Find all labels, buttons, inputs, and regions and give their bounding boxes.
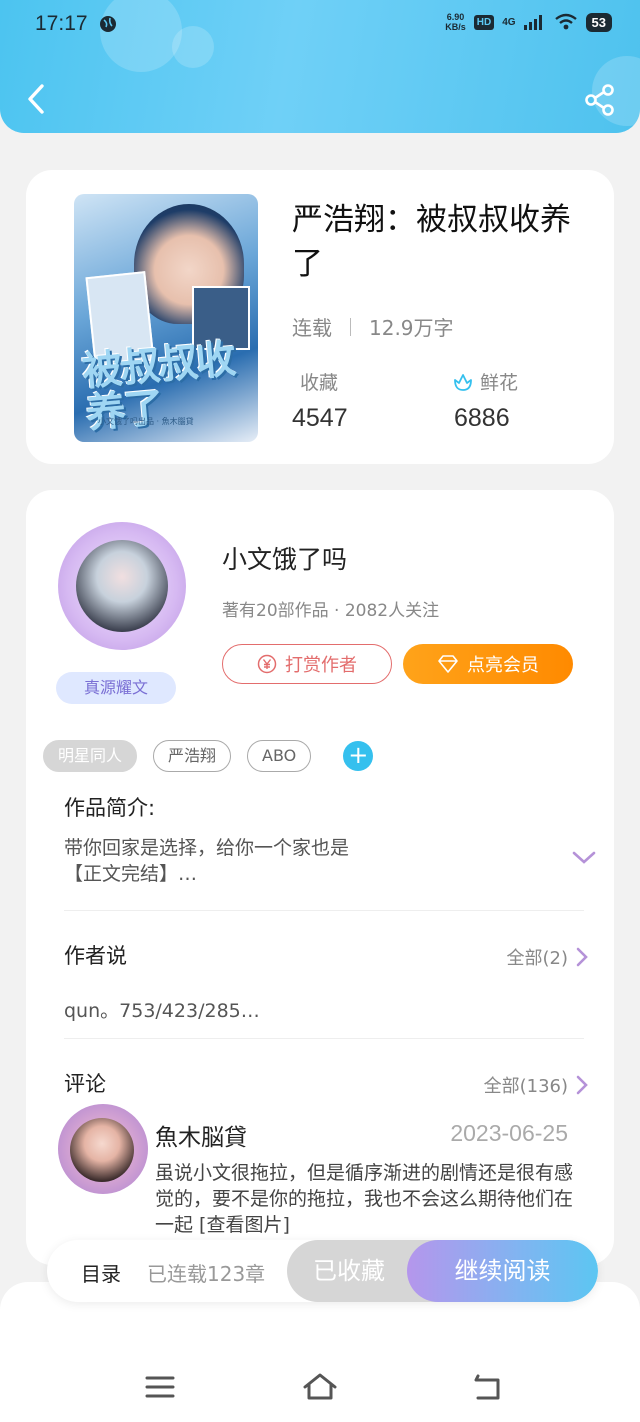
tag-item[interactable]: 严浩翔: [153, 740, 232, 772]
add-tag-button[interactable]: +: [343, 741, 374, 771]
book-meta: 连载 12.9万字: [292, 312, 454, 341]
avatar-image: [70, 1118, 134, 1182]
back-button[interactable]: [20, 80, 52, 118]
author-says-all-link[interactable]: 全部(2): [507, 944, 589, 970]
author-meta: 著有20部作品 · 2082人关注: [222, 601, 440, 621]
battery-indicator: 53: [585, 12, 612, 32]
chapter-count: 已连载123章: [147, 1262, 266, 1286]
chevron-right-icon: [576, 1075, 588, 1095]
author-says-title: 作者说: [64, 944, 127, 968]
word-count: 12.9万字: [369, 316, 454, 340]
avatar-badge: 真源耀文: [56, 672, 176, 704]
comment-date: 2023-06-25: [450, 1120, 568, 1146]
divider: [64, 1038, 584, 1039]
comment-text[interactable]: 虽说小文很拖拉，但是循序渐进的剧情还是很有感觉的，要不是你的拖拉，我也不会这么期…: [155, 1160, 575, 1238]
yen-coin-icon: [257, 654, 277, 674]
divider: [350, 317, 351, 336]
top-header: 17:17 6.90 KB/s HD 4G 53: [0, 0, 640, 133]
vip-member-button[interactable]: 点亮会员: [403, 644, 573, 684]
tag-list: 明星同人 严浩翔 ABO +: [43, 740, 374, 772]
book-status: 连载: [292, 316, 332, 340]
home-icon[interactable]: [300, 1370, 340, 1404]
intro-title: 作品简介:: [64, 796, 156, 820]
tag-item[interactable]: ABO: [247, 740, 312, 772]
system-nav-bar: [0, 1282, 640, 1422]
share-icon[interactable]: [584, 84, 616, 116]
back-nav-icon[interactable]: [468, 1370, 508, 1404]
comments-title: 评论: [64, 1072, 106, 1096]
expand-chevron-icon[interactable]: [571, 850, 597, 866]
status-bar: 17:17 6.90 KB/s HD 4G 53: [0, 0, 640, 50]
tag-item[interactable]: 明星同人: [43, 740, 138, 772]
status-icons: 6.90 KB/s HD 4G 53: [445, 12, 612, 32]
flower-icon: [454, 373, 472, 391]
divider: [64, 910, 584, 911]
cover-subtitle: 小文饿了吗出品 · 魚木腦貸: [98, 417, 194, 426]
toc-button[interactable]: 目录: [81, 1258, 121, 1287]
author-name[interactable]: 小文饿了吗: [222, 540, 347, 576]
author-detail-card: 真源耀文 小文饿了吗 著有20部作品 · 2082人关注 打赏作者 点亮会员 明…: [26, 490, 614, 1265]
favorites-count: 4547: [292, 404, 348, 432]
chevron-right-icon: [576, 947, 588, 967]
continue-reading-button[interactable]: 继续阅读: [407, 1240, 598, 1302]
network-type: 4G: [502, 16, 516, 28]
flowers-label[interactable]: 鲜花: [452, 368, 518, 395]
menu-icon[interactable]: [140, 1370, 180, 1404]
avatar-image: [76, 540, 168, 632]
wifi-icon: [554, 13, 577, 30]
favorites-label: 收藏: [300, 372, 339, 394]
signal-icon: [523, 15, 542, 30]
author-avatar[interactable]: 真源耀文: [54, 510, 194, 710]
reward-author-button[interactable]: 打赏作者: [222, 644, 392, 684]
book-info-card: 被叔叔收养了 小文饿了吗出品 · 魚木腦貸 严浩翔：被叔叔收养了 连载 12.9…: [26, 170, 614, 464]
hd-badge: HD: [473, 14, 495, 30]
book-cover[interactable]: 被叔叔收养了 小文饿了吗出品 · 魚木腦貸: [74, 194, 258, 442]
commenter-name[interactable]: 魚木脳貸: [155, 1118, 247, 1152]
comments-all-link[interactable]: 全部(136): [484, 1072, 588, 1098]
net-speed: 6.90 KB/s: [445, 12, 466, 32]
author-says-text[interactable]: qun。753/423/285…: [64, 998, 260, 1024]
book-title: 严浩翔：被叔叔收养了: [292, 202, 571, 282]
globe-icon: [100, 16, 116, 32]
diamond-icon: [438, 655, 458, 673]
status-time: 17:17: [35, 12, 88, 35]
intro-text[interactable]: 带你回家是选择，给你一个家也是 【正文完结】…: [64, 835, 349, 887]
bottom-action-bar: 目录 已连载123章 已收藏 继续阅读: [47, 1240, 598, 1302]
commenter-avatar[interactable]: [58, 1104, 148, 1194]
flowers-count: 6886: [454, 404, 510, 432]
